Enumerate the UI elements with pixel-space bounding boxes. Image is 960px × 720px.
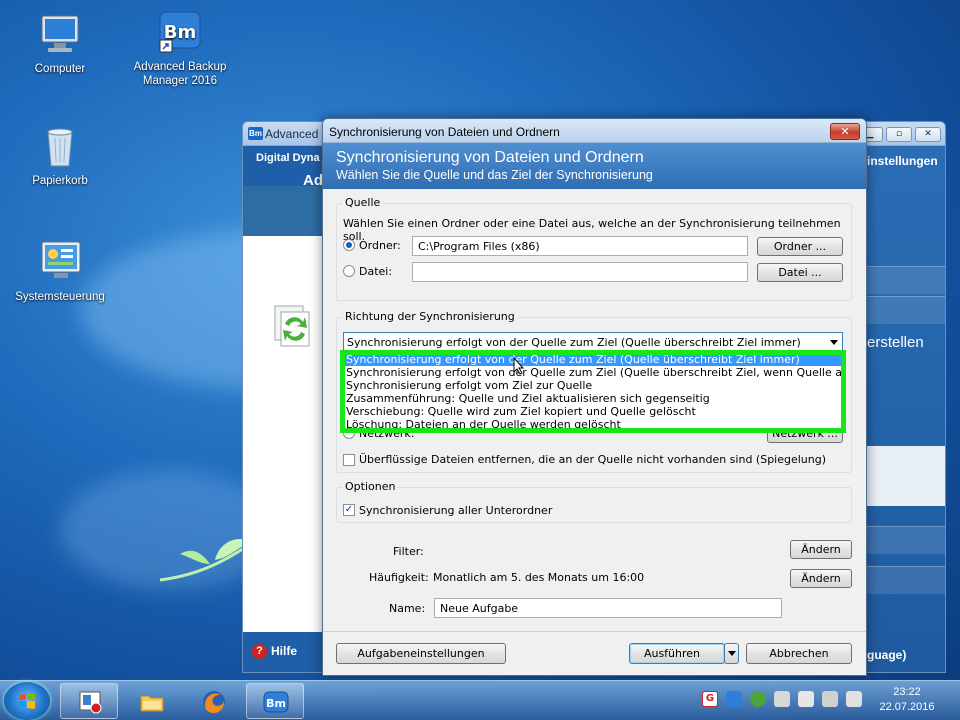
direction-option[interactable]: Synchronisierung erfolgt von der Quelle … (344, 366, 842, 379)
taskbar-item-backup-manager[interactable]: Bm (246, 683, 304, 719)
maximize-button[interactable]: ▫ (886, 127, 912, 142)
network-tray-icon[interactable] (822, 691, 838, 707)
right-item-create[interactable]: erstellen (867, 334, 924, 351)
antivirus-tray-icon[interactable]: G (702, 691, 718, 707)
background-window-title: Advanced (265, 127, 319, 141)
direction-option[interactable]: Verschiebung: Quelle wird zum Ziel kopie… (344, 405, 842, 418)
desktop-icon-label: Advanced Backup Manager 2016 (133, 61, 227, 88)
clock-time: 23:22 (893, 686, 921, 698)
sync-dialog: Synchronisierung von Dateien und Ordnern… (322, 118, 867, 676)
sync-icon (274, 305, 310, 347)
clock-date: 22.07.2016 (879, 701, 935, 713)
filter-label: Filter: (393, 545, 424, 558)
file-input[interactable] (412, 262, 748, 282)
speaker-icon[interactable] (798, 691, 814, 707)
screen-recorder-icon (79, 691, 102, 714)
backup-tray-icon[interactable] (726, 691, 742, 707)
right-item-settings[interactable]: instellungen (867, 154, 938, 168)
recycle-bin-icon (36, 122, 84, 170)
direction-option[interactable]: Löschung: Dateien an der Quelle werden g… (344, 418, 842, 429)
taskbar-item-firefox[interactable] (184, 683, 242, 719)
windows-logo-icon (19, 693, 35, 709)
direction-dropdown-list: Synchronisierung erfolgt von der Quelle … (343, 352, 843, 430)
dialog-header-title: Synchronisierung von Dateien und Ordnern (336, 149, 644, 166)
chevron-down-icon (830, 340, 838, 345)
taskbar-clock[interactable]: 23:22 22.07.2016 (866, 685, 948, 715)
app-icon: Bm (248, 127, 263, 140)
action-center-icon[interactable] (846, 691, 862, 707)
taskbar-item-explorer[interactable] (122, 683, 180, 719)
options-legend: Optionen (343, 480, 398, 493)
taskbar: Bm G (0, 680, 960, 720)
help-button[interactable]: ? Hilfe (243, 632, 325, 672)
cancel-button[interactable]: Abbrechen (746, 643, 852, 664)
left-band (243, 186, 325, 236)
firefox-icon (203, 691, 225, 714)
source-legend: Quelle (343, 196, 383, 209)
dialog-titlebar[interactable]: Synchronisierung von Dateien und Ordnern (323, 119, 866, 143)
desktop-icon-papierkorb[interactable]: Papierkorb (10, 122, 110, 188)
desktop-icon-label: Papierkorb (32, 175, 88, 187)
mirror-label: Überflüssige Dateien entfernen, die an d… (359, 453, 827, 466)
run-options-dropdown-button[interactable] (724, 643, 739, 664)
direction-option[interactable]: Synchronisierung erfolgt vom Ziel zur Qu… (344, 379, 842, 392)
desktop-icon-label: Computer (34, 63, 86, 75)
dialog-close-button[interactable]: ✕ (830, 123, 860, 140)
name-input[interactable]: Neue Aufgabe (434, 598, 782, 618)
frequency-label: Häufigkeit: (369, 571, 429, 584)
desktop-icon-advanced-backup-manager[interactable]: Bm Advanced Backup Manager 2016 (130, 8, 230, 89)
right-stripe (863, 526, 945, 554)
frequency-change-button[interactable]: Ändern (790, 569, 852, 588)
dialog-title: Synchronisierung von Dateien und Ordnern (329, 125, 560, 139)
backup-manager-icon: Bm (156, 8, 204, 56)
right-stripe (863, 446, 945, 506)
mouse-cursor-icon (513, 357, 525, 375)
name-label: Name: (389, 602, 426, 615)
help-icon: ? (252, 644, 267, 659)
right-stripe (863, 296, 945, 324)
dialog-footer-separator (323, 631, 866, 632)
subfolders-label: Synchronisierung aller Unterordner (359, 504, 553, 517)
chevron-down-icon (728, 651, 736, 656)
file-browse-button[interactable]: Datei ... (757, 263, 843, 282)
direction-legend: Richtung der Synchronisierung (343, 310, 517, 323)
mirror-checkbox[interactable] (343, 454, 355, 466)
svg-text:Bm: Bm (266, 697, 286, 710)
right-stripe (863, 566, 945, 594)
usb-tray-icon[interactable] (774, 691, 790, 707)
update-tray-icon[interactable] (750, 691, 766, 707)
folder-label: Ordner: (359, 239, 401, 252)
help-label: Hilfe (271, 644, 298, 658)
desktop-icon-systemsteuerung[interactable]: Systemsteuerung (10, 238, 110, 304)
background-window-left-panel: Digital Dyna Ad ? Hilfe (243, 146, 325, 672)
file-radio[interactable] (343, 265, 355, 277)
background-window-right-panel: instellungen erstellen guage) (863, 146, 945, 672)
computer-icon (36, 10, 84, 58)
direction-option[interactable]: Synchronisierung erfolgt von der Quelle … (344, 353, 842, 366)
right-stripe (863, 266, 945, 294)
start-button[interactable] (4, 682, 50, 720)
task-settings-button[interactable]: Aufgabeneinstellungen (336, 643, 506, 664)
subfolders-checkbox[interactable]: ✓ (343, 504, 355, 516)
folder-browse-button[interactable]: Ordner ... (757, 237, 843, 256)
folder-icon (140, 695, 164, 712)
desktop-icon-label: Systemsteuerung (15, 291, 105, 303)
right-item-language[interactable]: guage) (867, 648, 906, 662)
direction-dropdown[interactable]: Synchronisierung erfolgt von der Quelle … (343, 332, 843, 352)
taskbar-item-recorder[interactable] (60, 683, 118, 719)
dialog-header: Synchronisierung von Dateien und Ordnern… (323, 143, 866, 189)
folder-radio[interactable] (343, 239, 355, 251)
backup-manager-icon: Bm (263, 691, 289, 713)
close-button[interactable]: ✕ (915, 127, 941, 142)
direction-option[interactable]: Zusammenführung: Quelle und Ziel aktuali… (344, 392, 842, 405)
desktop-icon-computer[interactable]: Computer (10, 10, 110, 76)
run-button[interactable]: Ausführen (629, 643, 725, 664)
file-label: Datei: (359, 265, 393, 278)
direction-selected: Synchronisierung erfolgt von der Quelle … (347, 336, 801, 349)
filter-change-button[interactable]: Ändern (790, 540, 852, 559)
frequency-value: Monatlich am 5. des Monats um 16:00 (433, 571, 645, 584)
folder-input[interactable]: C:\Program Files (x86) (412, 236, 748, 256)
dialog-header-subtitle: Wählen Sie die Quelle und das Ziel der S… (336, 168, 653, 182)
control-panel-icon (36, 238, 84, 286)
